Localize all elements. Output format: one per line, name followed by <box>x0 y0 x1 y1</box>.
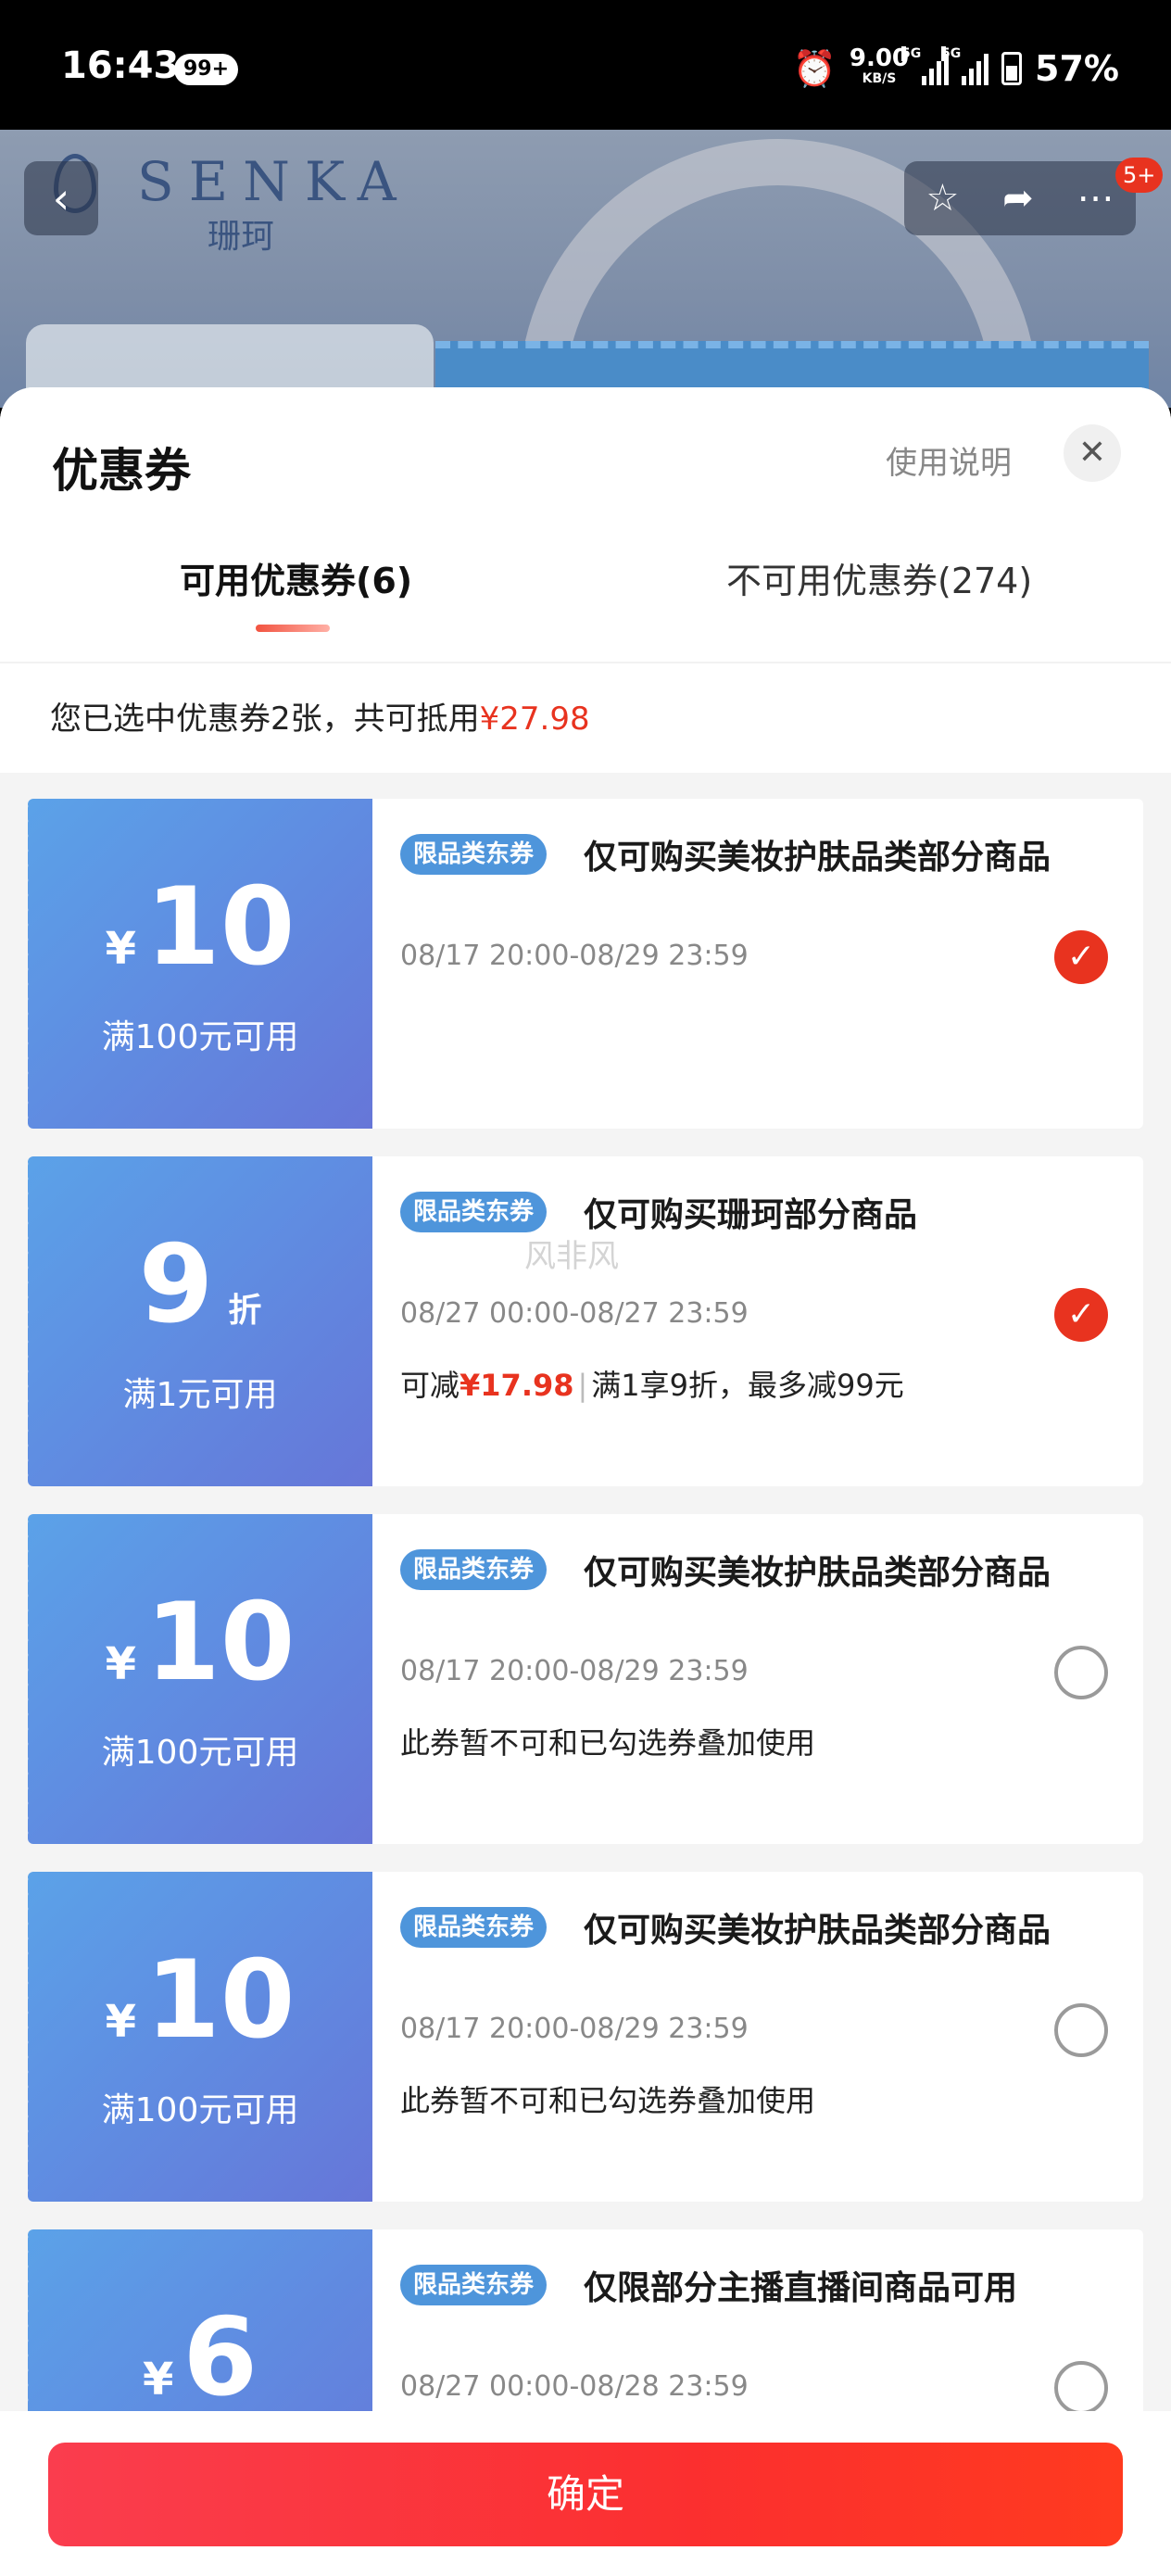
savings-prefix: 可减 <box>400 1368 460 1403</box>
confirm-button[interactable]: 确定 <box>48 2443 1123 2546</box>
watermark-text: 风非风 <box>524 1238 619 1275</box>
coupon-condition: 满100元可用 <box>101 2091 299 2129</box>
tab-available-coupons[interactable]: 可用优惠券(6) <box>180 552 412 603</box>
sheet-title: 优惠券 <box>52 444 191 498</box>
coupon-currency: ¥ <box>142 2354 174 2406</box>
coupon-card[interactable]: 9 折 满1元可用 限品类东券 仅可购买珊珂部分商品 风非风 08/27 00:… <box>23 1156 1143 1486</box>
alarm-icon: ⏰ <box>792 47 837 89</box>
savings-detail: 满1享9折，最多减99元 <box>591 1368 904 1403</box>
coupon-value-panel: ¥ 10 满100元可用 <box>23 799 372 1129</box>
coupon-validity: 08/17 20:00-08/29 23:59 <box>400 940 749 972</box>
usage-instructions-link[interactable]: 使用说明 <box>886 437 1012 483</box>
notification-count-badge: 99+ <box>174 54 239 85</box>
active-tab-indicator <box>256 625 330 632</box>
coupon-condition: 满100元可用 <box>101 1018 299 1056</box>
coupon-card[interactable]: ¥ 10 满100元可用 限品类东券 仅可购买美妆护肤品类部分商品 08/17 … <box>23 1872 1143 2202</box>
checkmark-icon: ✓ <box>1066 938 1096 976</box>
bottom-action-bar: 确定 <box>0 2411 1171 2576</box>
coupon-currency: ¥ <box>105 1996 136 2048</box>
coupon-value: 10 <box>145 865 296 990</box>
coupon-type-tag: 限品类东券 <box>400 2265 548 2305</box>
brand-name-cn: 珊珂 <box>208 218 275 256</box>
coupon-checkbox-unchecked[interactable] <box>1054 2003 1108 2057</box>
tab-unavailable-coupons[interactable]: 不可用优惠券(274) <box>726 552 1032 603</box>
coupon-type-tag: 限品类东券 <box>400 834 548 875</box>
chevron-left-icon: ‹ <box>52 173 70 223</box>
coupon-value: 10 <box>145 1938 296 2063</box>
coupon-title: 仅限部分主播直播间商品可用 <box>584 2269 1018 2307</box>
header-tools: ☆ ➦ ⋯ <box>904 161 1136 235</box>
back-button[interactable]: ‹ <box>24 161 98 235</box>
coupon-checkbox-checked[interactable]: ✓ <box>1054 930 1108 984</box>
signal-icon-2: 5G <box>941 46 989 85</box>
savings-amount: ¥17.98 <box>460 1368 574 1403</box>
coupon-value: 10 <box>145 1580 296 1705</box>
status-bar: 16:43 99+ ⏰ 9.00 KB/S 5G 5G 57% <box>0 0 1171 130</box>
checkmark-icon: ✓ <box>1066 1295 1096 1333</box>
sheet-header: 优惠券 使用说明 ✕ 可用优惠券(6) 不可用优惠券(274) <box>0 387 1171 662</box>
selection-summary: 您已选中优惠券2张，共可抵用¥27.98 <box>0 662 1171 773</box>
coupon-title: 仅可购买美妆护肤品类部分商品 <box>584 839 1051 877</box>
coupon-value: 6 <box>183 2295 258 2420</box>
coupon-validity: 08/27 00:00-08/27 23:59 <box>400 1297 749 1330</box>
coupon-sheet: 优惠券 使用说明 ✕ 可用优惠券(6) 不可用优惠券(274) 您已选中优惠券2… <box>0 387 1171 2576</box>
coupon-value-panel: ¥ 10 满100元可用 <box>23 1872 372 2202</box>
favorite-star-icon[interactable]: ☆ <box>925 177 959 220</box>
coupon-value-panel: 9 折 满1元可用 <box>23 1156 372 1486</box>
coupon-savings-note: 可减¥17.98 | 满1享9折，最多减99元 <box>400 1368 904 1403</box>
signal-tag: 5G <box>901 46 922 61</box>
close-button[interactable]: ✕ <box>1064 424 1121 482</box>
status-time: 16:43 <box>61 44 180 87</box>
coupon-currency: ¥ <box>105 923 136 975</box>
battery-level: 57% <box>1035 48 1119 89</box>
coupon-condition: 满1元可用 <box>122 1376 278 1414</box>
coupon-checkbox-checked[interactable]: ✓ <box>1054 1288 1108 1342</box>
coupon-card[interactable]: ¥ 10 满100元可用 限品类东券 仅可购买美妆护肤品类部分商品 08/17 … <box>23 1514 1143 1844</box>
share-icon[interactable]: ➦ <box>1002 177 1034 220</box>
close-icon: ✕ <box>1077 434 1107 472</box>
coupon-title: 仅可购买珊珂部分商品 <box>584 1196 918 1234</box>
coupon-validity: 08/27 00:00-08/28 23:59 <box>400 2370 749 2403</box>
status-indicators: ⏰ 9.00 KB/S 5G 5G 57% <box>793 43 1119 95</box>
summary-amount: ¥27.98 <box>479 701 590 738</box>
coupon-discount-unit: 折 <box>228 1292 262 1330</box>
coupon-title: 仅可购买美妆护肤品类部分商品 <box>584 1554 1051 1592</box>
coupon-value-panel: ¥ 10 满100元可用 <box>23 1514 372 1844</box>
coupon-stacking-note: 此券暂不可和已勾选券叠加使用 <box>400 2083 816 2118</box>
coupon-stacking-note: 此券暂不可和已勾选券叠加使用 <box>400 1725 816 1761</box>
coupon-type-tag: 限品类东券 <box>400 1192 548 1232</box>
battery-icon <box>1001 52 1023 85</box>
coupon-type-tag: 限品类东券 <box>400 1907 548 1948</box>
more-icon[interactable]: ⋯ <box>1077 177 1114 220</box>
network-speed: 9.00 KB/S <box>850 46 909 89</box>
message-badge: 5+ <box>1115 158 1164 193</box>
coupon-type-tag: 限品类东券 <box>400 1549 548 1590</box>
coupon-value: 9 <box>138 1222 214 1347</box>
coupon-checkbox-unchecked[interactable] <box>1054 1646 1108 1699</box>
coupon-title: 仅可购买美妆护肤品类部分商品 <box>584 1912 1051 1950</box>
summary-text: 您已选中优惠券2张，共可抵用 <box>50 701 480 738</box>
coupon-validity: 08/17 20:00-08/29 23:59 <box>400 2013 749 2045</box>
coupon-currency: ¥ <box>105 1638 136 1690</box>
coupon-validity: 08/17 20:00-08/29 23:59 <box>400 1655 749 1687</box>
coupon-checkbox-unchecked[interactable] <box>1054 2361 1108 2415</box>
brand-logo: SENKA 珊珂 <box>137 150 411 258</box>
signal-tag-2: 5G <box>941 46 962 61</box>
coupon-condition: 满100元可用 <box>101 1734 299 1772</box>
coupon-card[interactable]: ¥ 10 满100元可用 限品类东券 仅可购买美妆护肤品类部分商品 08/17 … <box>23 799 1143 1129</box>
brand-name-en: SENKA <box>137 150 411 213</box>
